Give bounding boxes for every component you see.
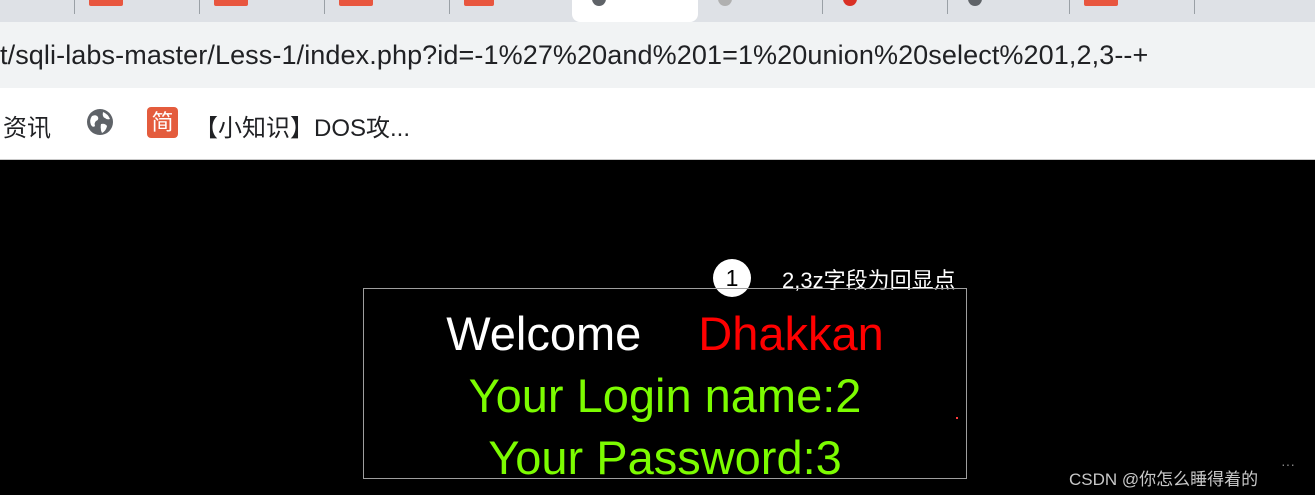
welcome-text: Welcome (446, 307, 642, 360)
browser-tab[interactable] (1070, 0, 1195, 22)
login-name-line: Your Login name:2 (468, 369, 862, 422)
tab-favicon-icon (968, 0, 982, 6)
tab-separator (1194, 0, 1195, 14)
tab-favicon-icon (339, 0, 373, 6)
welcome-name: Dhakkan (698, 307, 884, 360)
browser-tab[interactable] (325, 0, 450, 22)
red-dot-mark (956, 417, 958, 419)
bookmark-news[interactable]: 资讯 (3, 108, 51, 143)
tab-favicon-icon (464, 0, 494, 6)
browser-tab[interactable] (200, 0, 325, 22)
browser-tab[interactable] (948, 0, 1070, 22)
login-result-panel: Welcome Dhakkan Your Login name:2 Your Pa… (363, 288, 967, 484)
browser-tab[interactable] (698, 0, 823, 22)
page-content: 1 2,3z字段为回显点 Welcome Dhakkan Your Login n… (0, 160, 1315, 495)
tab-favicon-icon (843, 0, 857, 6)
tab-favicon-icon (592, 0, 606, 6)
browser-tab[interactable] (0, 0, 75, 22)
jianshu-icon[interactable]: 简 (147, 107, 178, 138)
password-line: Your Password:3 (488, 431, 842, 484)
globe-icon[interactable] (86, 108, 114, 136)
browser-tab[interactable] (75, 0, 200, 22)
tab-favicon-icon (214, 0, 248, 6)
bookmark-dos-article[interactable]: 【小知识】DOS攻... (194, 108, 410, 143)
browser-tab-active[interactable] (572, 0, 698, 22)
address-bar[interactable]: t/sqli-labs-master/Less-1/index.php?id=-… (0, 22, 1315, 88)
bookmarks-bar: 资讯 简 【小知识】DOS攻... (0, 88, 1315, 160)
url-text[interactable]: t/sqli-labs-master/Less-1/index.php?id=-… (0, 40, 1148, 71)
browser-tab[interactable] (823, 0, 948, 22)
watermark-dots: ··· (1281, 456, 1295, 472)
tab-favicon-icon (718, 0, 732, 6)
welcome-line: Welcome Dhakkan (364, 306, 966, 361)
tab-favicon-icon (1084, 0, 1118, 6)
csdn-watermark: CSDN @你怎么睡得着的 (1069, 470, 1259, 489)
tab-favicon-icon (89, 0, 123, 6)
browser-tab[interactable] (450, 0, 572, 22)
tab-strip (0, 0, 1315, 22)
